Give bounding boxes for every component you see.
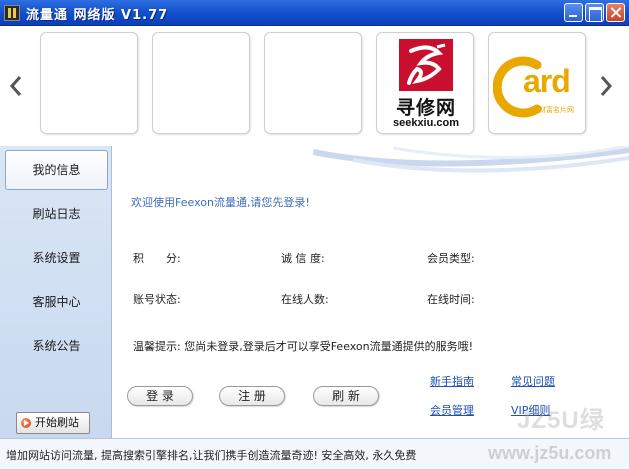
- ad-banner: 寻修网 seekxiu.com ard 财富名片网: [0, 27, 629, 145]
- seekxiu-en-label: seekxiu.com: [392, 117, 460, 129]
- ad-slot-2[interactable]: [152, 32, 250, 134]
- register-button[interactable]: 注 册: [219, 386, 285, 406]
- chevron-left-icon[interactable]: [8, 74, 24, 98]
- decorative-wave: [312, 144, 629, 186]
- online-users-label: 在线人数:: [281, 293, 329, 306]
- sidebar-item-support[interactable]: 客服中心: [5, 282, 108, 322]
- seekxiu-mark-icon: [399, 39, 453, 91]
- card-logo-subtitle: 财富名片网: [539, 106, 574, 114]
- credit-label: 诚 信 度:: [281, 252, 325, 265]
- account-status-label: 账号状态:: [133, 293, 181, 306]
- faq-link[interactable]: 常见问题: [511, 373, 555, 389]
- marquee-text: 增加网站访问流量, 提高搜索引擎排名,让我们携手创造流量奇迹! 安全高效, 永久…: [6, 449, 417, 462]
- start-button[interactable]: 开始刷站: [16, 412, 90, 434]
- maximize-icon[interactable]: [585, 3, 604, 22]
- chevron-right-icon[interactable]: [598, 74, 614, 98]
- ad-slot-card[interactable]: ard 财富名片网: [488, 32, 586, 134]
- login-tip: 温馨提示: 您尚未登录,登录后才可以享受Feexon流量通提供的服务哦!: [133, 340, 474, 353]
- member-management-link[interactable]: 会员管理: [430, 402, 474, 418]
- card-logo: ard 财富名片网: [492, 53, 583, 119]
- main-panel: 欢迎使用Feexon流量通,请您先登录! 积 分: 诚 信 度: 会员类型: 账…: [113, 144, 629, 469]
- ad-slot-seekxiu[interactable]: 寻修网 seekxiu.com: [376, 32, 474, 134]
- title-bar: 流量通 网络版 V1.77: [0, 0, 629, 26]
- points-label: 积 分:: [133, 252, 181, 265]
- play-icon: [21, 418, 31, 428]
- online-time-label: 在线时间:: [427, 293, 475, 306]
- minimize-icon[interactable]: [564, 3, 583, 22]
- window-title: 流量通 网络版 V1.77: [26, 8, 169, 23]
- app-icon: [4, 5, 20, 21]
- sidebar-item-announcements[interactable]: 系统公告: [5, 326, 108, 366]
- sidebar-item-logs[interactable]: 刷站日志: [5, 194, 108, 234]
- ad-slot-1[interactable]: [40, 32, 138, 134]
- refresh-button[interactable]: 刷 新: [313, 386, 379, 406]
- sidebar-item-my-info[interactable]: 我的信息: [5, 150, 108, 190]
- member-type-label: 会员类型:: [427, 252, 475, 265]
- beginner-guide-link[interactable]: 新手指南: [430, 373, 474, 389]
- status-bar: 增加网站访问流量, 提高搜索引擎排名,让我们携手创造流量奇迹! 安全高效, 永久…: [0, 438, 629, 469]
- seekxiu-cn-label: 寻修网: [395, 97, 456, 119]
- sidebar-item-settings[interactable]: 系统设置: [5, 238, 108, 278]
- ad-slot-3[interactable]: [264, 32, 362, 134]
- start-button-label: 开始刷站: [35, 416, 79, 429]
- sidebar: 我的信息 刷站日志 系统设置 客服中心 系统公告 开始刷站: [0, 146, 112, 438]
- card-logo-text: ard: [523, 63, 571, 99]
- close-icon[interactable]: [606, 3, 625, 22]
- login-button[interactable]: 登 录: [127, 386, 193, 406]
- watermark-url: www.jz5u.com: [488, 443, 612, 463]
- welcome-message: 欢迎使用Feexon流量通,请您先登录!: [131, 196, 310, 209]
- seekxiu-logo: 寻修网 seekxiu.com: [383, 37, 469, 133]
